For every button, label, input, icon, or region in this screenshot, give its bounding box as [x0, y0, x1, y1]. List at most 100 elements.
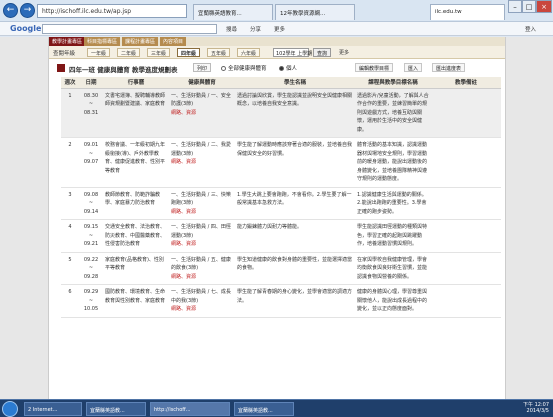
toolbar-search-button[interactable]: 搜尋 [226, 25, 237, 33]
col-target: 課程與教學目標名稱 [355, 77, 431, 89]
resource-tag[interactable]: 網路、資源 [171, 240, 233, 249]
table-row: 5 09.22 ~09.28 家庭教育(品格教育)、性別平等教育 一、生活好動員 / 五… [61, 252, 501, 285]
col-note: 教學備註 [431, 77, 501, 89]
cell-calendar: 國防教育、環境教育、生命教育與性別教育、家庭教育 [103, 284, 169, 318]
col-goal: 學生名稱 [235, 77, 355, 89]
title-bar: ← → http://ischoff.ilc.edu.tw/ap.jsp 宜蘭縣… [0, 0, 553, 22]
week-number: 3 [68, 191, 72, 198]
col-week: 週次 [61, 77, 79, 89]
tab-2[interactable]: 12年教學資源網... [275, 4, 355, 20]
grade-5-button[interactable]: 五年級 [207, 48, 231, 57]
sysnav-subject-index[interactable]: 科目指標專區 [84, 37, 121, 46]
tab-1[interactable]: 宜蘭縣英語教育... [193, 4, 273, 20]
cell-goal: 學生能了解青春期的身心變化，並學會適當的調適方法。 [235, 284, 355, 318]
radio-personal[interactable]: 個人 [279, 64, 297, 72]
cell-date: 09.22 ~09.28 [79, 252, 103, 285]
week-number: 1 [68, 92, 72, 99]
maximize-icon[interactable]: □ [522, 0, 536, 13]
toolbar-login-button[interactable]: 登入 [525, 25, 536, 33]
resource-tag[interactable]: 網路、資源 [171, 273, 233, 282]
query-button[interactable]: 查詢 [313, 48, 332, 57]
clock: 下午 12:07 2014/3/5 [523, 402, 549, 414]
cell-target: 健康的身體與心理，學習尊重與關懷他人，能說出成長過程中的變化，並以正向態度面對。 [355, 284, 431, 318]
sysnav-teaching-plan[interactable]: 教學計畫專區 [49, 37, 86, 46]
page-title: 四年一班 健康與體育 教學進度規劃表 [69, 66, 178, 74]
goal-text: 學生知道健康的飲食對身體的重要性，並能選擇適當的食物。 [237, 256, 353, 272]
edit-goal-button[interactable]: 編輯教學目標 [355, 63, 394, 72]
date-from: 09.22 [83, 256, 99, 263]
page-content: 教學計畫專區 科目指標專區 課程計畫專區 內容項目 查閱年級 一年級 二年級 三… [48, 37, 506, 399]
tab-3[interactable]: ilc.edu.tw [430, 4, 505, 20]
cell-week: 1 [61, 88, 79, 138]
calendar-text: 國防教育、環境教育、生命教育與性別教育、家庭教育 [105, 289, 166, 304]
table-row: 4 09.15 ~09.21 交通安全教育、法治教育、防災教育、中國醫藥教育、性侵害防… [61, 219, 501, 253]
grade-label: 查閱年級 [53, 51, 76, 57]
target-text: 在家與學校自我健康管理，學會均衡飲食與良好衛生習慣，並能認識食物與營養的關係。 [357, 256, 428, 280]
header-row: 四年一班 健康與體育 教學進度規劃表 列印 全部健康與體育 個人 編輯教學目標 … [49, 60, 505, 76]
start-button[interactable] [2, 401, 18, 417]
goal-text: 能力鍛鍊體力與耐力等體能。 [237, 224, 303, 230]
goal-text: 學生能了解青春期的身心變化，並學會適當的調適方法。 [237, 289, 353, 304]
cell-week: 3 [61, 187, 79, 220]
resource-tag[interactable]: 網路、資源 [171, 158, 233, 167]
unit-text: 一、生活好動員 / 七、成長中的我(3節) [171, 289, 231, 304]
taskbar-item-2[interactable]: 宜蘭縣英語教... [86, 402, 146, 416]
grade-4-button[interactable]: 四年級 [177, 48, 201, 57]
more-link[interactable]: 更多 [339, 49, 349, 56]
resource-tag[interactable]: 網路、資源 [171, 305, 233, 314]
week-number: 2 [68, 142, 72, 148]
date-from: 09.15 [83, 224, 99, 230]
date-to: 09.28 [83, 273, 99, 280]
forward-button[interactable]: → [20, 3, 35, 18]
taskbar-item-1[interactable]: 2 Internet... [24, 402, 82, 416]
grade-2-button[interactable]: 二年級 [117, 48, 141, 57]
goal-text: 1.學生大跳上要會跑跑，不會看你。2.學生要了解一般常識基本急救方法。 [237, 191, 352, 207]
cell-goal: 1.學生大跳上要會跑跑，不會看你。2.學生要了解一般常識基本急救方法。 [235, 187, 355, 220]
address-bar[interactable]: http://ischoff.ilc.edu.tw/ap.jsp [37, 4, 187, 18]
print-button[interactable]: 列印 [193, 63, 212, 72]
export-button[interactable]: 匯出進度表 [432, 63, 466, 72]
cell-target: 透過影片/兒童活動，了解與人合作合作的重要，並練習簡單的規則與遊戲方式，培養互助… [355, 88, 431, 138]
cell-note [431, 137, 501, 188]
col-calendar: 行事曆 [103, 77, 169, 89]
sysnav-course-plan[interactable]: 課程計畫專區 [122, 37, 159, 46]
schedule-table: 週次 日期 行事曆 健康與體育 學生名稱 課程與教學目標名稱 教學備註 1 08.… [61, 77, 501, 318]
toolbar-search-input[interactable] [42, 24, 217, 34]
year-select[interactable]: 102學年 上學期 [273, 48, 312, 57]
grade-bar: 查閱年級 一年級 二年級 三年級 四年級 五年級 六年級 102學年 上學期 查… [49, 46, 505, 59]
unit-text: 一、生活好動員 / 三、快樂跑跑(3節) [171, 191, 231, 207]
minimize-icon[interactable]: – [508, 0, 522, 13]
goal-text: 學生能了解運動時應該穿著合適的服裝，並培養自我保健與安全的好習慣。 [237, 142, 353, 157]
google-logo: Google [10, 24, 42, 33]
calendar-text: 交通安全教育、法治教育、防災教育、中國醫藥教育、性侵害防治教育 [105, 224, 166, 247]
date-to: 09.07 [83, 159, 99, 165]
target-text: 學生能認識田徑運動的種類與特色，學習正確的起跑與跳躍動作，培養運動習慣與規則。 [357, 224, 428, 247]
cell-calendar: 交通安全教育、法治教育、防災教育、中國醫藥教育、性侵害防治教育 [103, 219, 169, 253]
col-date: 日期 [79, 77, 103, 89]
grade-6-button[interactable]: 六年級 [237, 48, 261, 57]
cell-note [431, 88, 501, 138]
import-button[interactable]: 匯入 [404, 63, 423, 72]
grade-1-button[interactable]: 一年級 [87, 48, 111, 57]
title-marker-icon [57, 64, 65, 72]
toolbar-more-button[interactable]: 更多 [274, 25, 285, 33]
back-button[interactable]: ← [3, 3, 18, 18]
cell-unit: 一、生活好動員 / 四、田徑運動(3節) 網路、資源 [169, 219, 235, 253]
grade-3-button[interactable]: 三年級 [147, 48, 171, 57]
close-icon[interactable]: × [536, 0, 552, 13]
resource-tag[interactable]: 網路、資源 [171, 208, 233, 217]
cell-calendar: 文書宅運簿、擬聘輔導教師師資規劃暨建議、家庭教育 [103, 88, 169, 138]
cell-calendar: 家庭教育(品格教育)、性別平等教育 [103, 252, 169, 285]
target-text: 體育活動的基本知識，認識運動器材與場地安全規則，學習運動前的暖身運動，能說出運動… [357, 142, 428, 182]
radio-all[interactable]: 全部健康與體育 [221, 64, 267, 72]
taskbar-item-3[interactable]: http://ischoff... [150, 402, 230, 416]
cell-note [431, 284, 501, 318]
taskbar-item-4[interactable]: 宜蘭縣英語教... [234, 402, 294, 416]
cell-week: 6 [61, 284, 79, 318]
cell-note [431, 252, 501, 285]
cell-goal: 學生知道健康的飲食對身體的重要性，並能選擇適當的食物。 [235, 252, 355, 285]
resource-tag[interactable]: 網路、資源 [171, 109, 233, 118]
sysnav-content[interactable]: 內容項目 [160, 37, 187, 46]
toolbar-share-button[interactable]: 分享 [250, 25, 261, 33]
table-row: 6 09.29 ~10.05 國防教育、環境教育、生命教育與性別教育、家庭教育 一、生活… [61, 284, 501, 318]
